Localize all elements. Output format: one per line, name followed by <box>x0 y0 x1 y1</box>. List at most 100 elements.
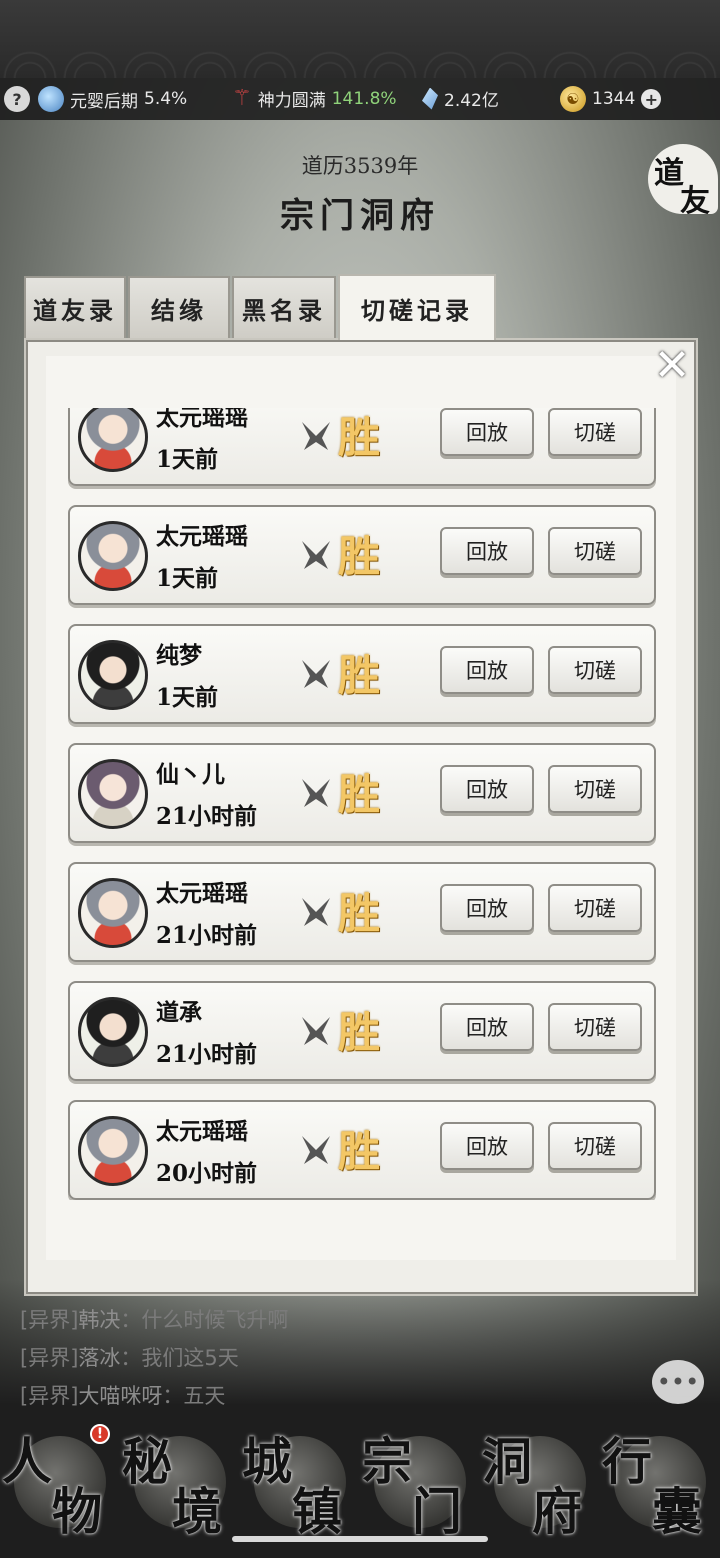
avatar[interactable] <box>78 878 148 948</box>
chat-bubble-icon[interactable]: ••• <box>652 1360 704 1404</box>
chat-line[interactable]: [异界]韩决：什么时候飞升啊 <box>20 1304 288 1334</box>
list-item: 太元瑶瑶 21小时前 胜 回放 切磋 <box>68 862 656 962</box>
calendar-year: 道历3539年 <box>301 154 419 178</box>
record-time: 1天前 <box>156 684 219 711</box>
tab-blacklist[interactable]: 黑名录 <box>232 276 336 338</box>
realm-label: 元婴后期 <box>70 91 138 112</box>
spar-button[interactable]: 切磋 <box>548 1003 642 1051</box>
chat-separator: ： <box>120 1308 142 1332</box>
chat-text: 什么时候飞升啊 <box>141 1308 289 1332</box>
coin-stat[interactable]: ☯ 1344 + <box>560 86 662 112</box>
coin-icon: ☯ <box>560 86 586 112</box>
spar-button[interactable]: 切磋 <box>548 765 642 813</box>
avatar[interactable] <box>78 997 148 1067</box>
nav-char-1: 洞 <box>482 1432 532 1491</box>
list-item: 太元瑶瑶 1天前 胜 回放 切磋 <box>68 408 656 486</box>
records-list[interactable]: 太元瑶瑶 1天前 胜 回放 切磋 太元瑶瑶 1天前 胜 回放 切磋 纯梦 1天前… <box>66 408 658 1200</box>
nav-bag[interactable]: 行 囊 <box>600 1420 718 1541</box>
record-time: 21小时前 <box>156 1041 258 1068</box>
nav-secret-realm[interactable]: 秘 境 <box>120 1420 238 1541</box>
power-label: 神力圆满 <box>257 91 326 111</box>
avatar[interactable] <box>78 408 148 472</box>
realm-percent: 5.4% <box>144 89 188 109</box>
nav-char-1: 城 <box>242 1432 292 1491</box>
nav-sect[interactable]: 宗 门 <box>360 1420 478 1541</box>
nav-cave[interactable]: 洞 府 <box>480 1420 598 1541</box>
replay-button[interactable]: 回放 <box>440 646 534 694</box>
chat-line[interactable]: [异界]大喵咪呀：五天 <box>20 1380 225 1410</box>
list-item: 道承 21小时前 胜 回放 切磋 <box>68 981 656 1081</box>
result-label: 胜 <box>338 770 381 819</box>
crossed-swords-icon <box>302 898 330 926</box>
nav-char-1: 秘 <box>122 1432 172 1491</box>
crossed-swords-icon <box>302 422 330 450</box>
result-label: 胜 <box>338 889 381 938</box>
nav-char-2: 囊 <box>652 1482 702 1541</box>
record-time: 1天前 <box>156 565 219 592</box>
result-label: 胜 <box>338 1127 381 1176</box>
player-name: 太元瑶瑶 <box>156 523 248 550</box>
list-item: 太元瑶瑶 1天前 胜 回放 切磋 <box>68 505 656 605</box>
tab-bond[interactable]: 结缘 <box>128 276 230 338</box>
friend-seal-button[interactable]: 道 友 <box>648 144 718 219</box>
power-percent: 141.8% <box>331 88 397 109</box>
record-time: 21小时前 <box>156 803 258 830</box>
nav-char-1: 行 <box>602 1432 652 1491</box>
resource-bar: ? 元婴后期 5.4% ⚚ 神力圆满 141.8% 2.42亿 ☯ 1344 + <box>0 78 720 120</box>
chat-channel: [异界] <box>20 1346 79 1370</box>
crossed-swords-icon <box>302 660 330 688</box>
chat-line[interactable]: [异界]落冰：我们这5天 <box>20 1342 239 1372</box>
replay-button[interactable]: 回放 <box>440 765 534 813</box>
list-item: 仙丶儿 21小时前 胜 回放 切磋 <box>68 743 656 843</box>
nav-char-1: 人 <box>2 1432 52 1491</box>
nav-char-1: 宗 <box>362 1432 412 1491</box>
crossed-swords-icon <box>302 541 330 569</box>
crystal-stat[interactable]: 2.42亿 <box>422 86 499 111</box>
crossed-swords-icon <box>302 1017 330 1045</box>
replay-button[interactable]: 回放 <box>440 408 534 456</box>
tab-friends[interactable]: 道友录 <box>24 276 126 338</box>
avatar[interactable] <box>78 759 148 829</box>
player-name: 太元瑶瑶 <box>156 880 248 907</box>
player-name: 道承 <box>156 999 202 1026</box>
record-time: 21小时前 <box>156 922 258 949</box>
chat-sender: 落冰 <box>78 1346 121 1370</box>
replay-button[interactable]: 回放 <box>440 1003 534 1051</box>
close-icon[interactable]: ✕ <box>650 344 694 388</box>
spar-button[interactable]: 切磋 <box>548 408 642 456</box>
realm-stat[interactable]: 元婴后期 5.4% <box>38 86 187 112</box>
record-time: 1天前 <box>156 446 219 473</box>
coin-value: 1344 <box>592 89 636 109</box>
power-stat[interactable]: ⚚ 神力圆满 141.8% <box>232 86 397 111</box>
avatar[interactable] <box>78 1116 148 1186</box>
replay-button[interactable]: 回放 <box>440 1122 534 1170</box>
nav-town[interactable]: 城 镇 <box>240 1420 358 1541</box>
tab-spar-records[interactable]: 切磋记录 <box>338 274 496 340</box>
spar-button[interactable]: 切磋 <box>548 646 642 694</box>
home-indicator[interactable] <box>232 1536 488 1542</box>
nav-char-2: 府 <box>532 1482 582 1541</box>
crossed-swords-icon <box>302 1136 330 1164</box>
chat-text: 我们这5天 <box>141 1346 239 1370</box>
notification-badge: ! <box>90 1424 110 1444</box>
friend-seal-char-2: 友 <box>680 184 710 219</box>
plus-icon[interactable]: + <box>641 89 662 109</box>
player-name: 仙丶儿 <box>156 761 225 788</box>
chat-channel: [异界] <box>20 1308 79 1332</box>
spar-button[interactable]: 切磋 <box>548 884 642 932</box>
record-time: 20小时前 <box>156 1160 258 1187</box>
avatar[interactable] <box>78 521 148 591</box>
chat-sender: 韩决 <box>78 1308 121 1332</box>
spar-button[interactable]: 切磋 <box>548 1122 642 1170</box>
list-item: 纯梦 1天前 胜 回放 切磋 <box>68 624 656 724</box>
help-stat[interactable]: ? <box>4 86 30 112</box>
spar-button[interactable]: 切磋 <box>548 527 642 575</box>
help-icon[interactable]: ? <box>4 86 30 112</box>
nav-char-2: 门 <box>412 1482 462 1541</box>
cloud-pattern <box>0 0 720 78</box>
replay-button[interactable]: 回放 <box>440 527 534 575</box>
avatar[interactable] <box>78 640 148 710</box>
result-label: 胜 <box>338 1008 381 1057</box>
replay-button[interactable]: 回放 <box>440 884 534 932</box>
chat-separator: ： <box>120 1346 142 1370</box>
